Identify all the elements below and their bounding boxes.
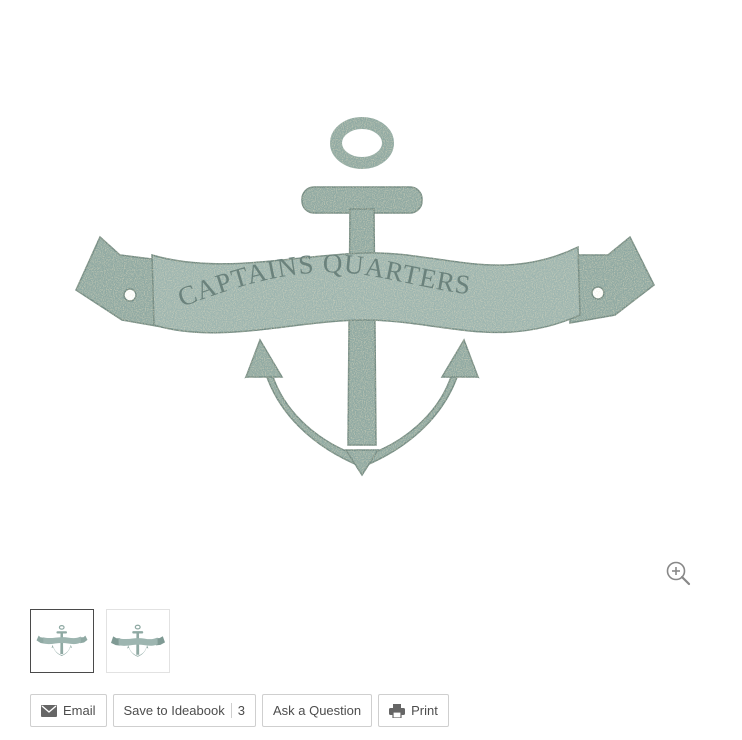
thumbnail-2[interactable] [106,609,170,673]
count-divider [230,703,232,718]
thumbnail-strip [30,609,170,675]
print-button[interactable]: Print [378,694,449,727]
email-button[interactable]: Email [30,694,107,727]
thumbnail-anchor-angled-image [111,624,165,657]
action-bar: Email Save to Ideabook 3 Ask a Question … [30,694,449,727]
email-label: Email [63,703,96,718]
thumbnail-1[interactable] [30,609,94,673]
printer-icon [389,703,406,718]
ideabook-count: 3 [237,703,245,718]
product-image[interactable]: CAPTAINS QUARTERS [70,115,660,480]
zoom-in-icon[interactable] [664,559,692,587]
print-label: Print [411,703,438,718]
product-image-stage: CAPTAINS QUARTERS [0,0,742,600]
ask-question-label: Ask a Question [272,703,362,718]
save-to-ideabook-label: Save to Ideabook [123,703,225,718]
ask-question-button[interactable]: Ask a Question [261,694,373,727]
save-to-ideabook-button[interactable]: Save to Ideabook 3 [112,694,256,727]
thumbnail-anchor-image [36,625,88,656]
envelope-icon [41,704,57,717]
